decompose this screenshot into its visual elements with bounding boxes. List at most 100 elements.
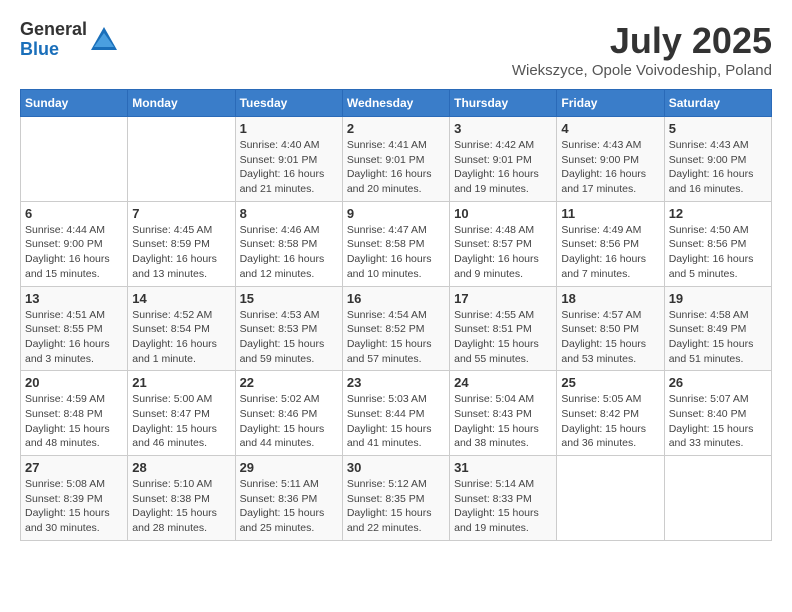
location: Wiekszyce, Opole Voivodeship, Poland bbox=[512, 62, 772, 79]
day-number: 15 bbox=[240, 291, 338, 306]
day-info: Sunrise: 5:03 AM Sunset: 8:44 PM Dayligh… bbox=[347, 392, 445, 451]
calendar-week-0: 1 Sunrise: 4:40 AM Sunset: 9:01 PM Daylig… bbox=[21, 117, 772, 202]
calendar-cell: 21 Sunrise: 5:00 AM Sunset: 8:47 PM Dayli… bbox=[128, 371, 235, 456]
day-number: 30 bbox=[347, 460, 445, 475]
day-info: Sunrise: 4:41 AM Sunset: 9:01 PM Dayligh… bbox=[347, 138, 445, 197]
calendar-cell: 2 Sunrise: 4:41 AM Sunset: 9:01 PM Daylig… bbox=[342, 117, 449, 202]
day-number: 8 bbox=[240, 206, 338, 221]
calendar-cell: 6Sunrise: 4:44 AM Sunset: 9:00 PM Daylig… bbox=[21, 201, 128, 286]
calendar-cell: 13Sunrise: 4:51 AM Sunset: 8:55 PM Dayli… bbox=[21, 286, 128, 371]
calendar-cell bbox=[557, 456, 664, 541]
calendar-cell: 9Sunrise: 4:47 AM Sunset: 8:58 PM Daylig… bbox=[342, 201, 449, 286]
day-number: 24 bbox=[454, 375, 552, 390]
day-number: 26 bbox=[669, 375, 767, 390]
calendar-cell: 10 Sunrise: 4:48 AM Sunset: 8:57 PM Dayli… bbox=[450, 201, 557, 286]
calendar-cell: 25 Sunrise: 5:05 AM Sunset: 8:42 PM Dayli… bbox=[557, 371, 664, 456]
day-info: Sunrise: 5:07 AM Sunset: 8:40 PM Dayligh… bbox=[669, 392, 767, 451]
logo-general: General bbox=[20, 20, 87, 40]
day-number: 17 bbox=[454, 291, 552, 306]
logo: General Blue bbox=[20, 20, 119, 60]
day-number: 23 bbox=[347, 375, 445, 390]
day-info: Sunrise: 4:57 AM Sunset: 8:50 PM Dayligh… bbox=[561, 308, 659, 367]
day-info: Sunrise: 4:50 AM Sunset: 8:56 PM Dayligh… bbox=[669, 223, 767, 282]
calendar-body: 1 Sunrise: 4:40 AM Sunset: 9:01 PM Daylig… bbox=[21, 117, 772, 541]
weekday-header-wednesday: Wednesday bbox=[342, 90, 449, 117]
calendar-cell: 1 Sunrise: 4:40 AM Sunset: 9:01 PM Daylig… bbox=[235, 117, 342, 202]
calendar-cell: 19Sunrise: 4:58 AM Sunset: 8:49 PM Dayli… bbox=[664, 286, 771, 371]
day-number: 7 bbox=[132, 206, 230, 221]
calendar-cell: 16 Sunrise: 4:54 AM Sunset: 8:52 PM Dayli… bbox=[342, 286, 449, 371]
day-number: 10 bbox=[454, 206, 552, 221]
day-info: Sunrise: 5:04 AM Sunset: 8:43 PM Dayligh… bbox=[454, 392, 552, 451]
calendar-cell bbox=[21, 117, 128, 202]
weekday-header-thursday: Thursday bbox=[450, 90, 557, 117]
day-number: 4 bbox=[561, 121, 659, 136]
weekday-header-friday: Friday bbox=[557, 90, 664, 117]
day-info: Sunrise: 4:47 AM Sunset: 8:58 PM Dayligh… bbox=[347, 223, 445, 282]
calendar-cell: 26 Sunrise: 5:07 AM Sunset: 8:40 PM Dayli… bbox=[664, 371, 771, 456]
calendar-cell: 3 Sunrise: 4:42 AM Sunset: 9:01 PM Daylig… bbox=[450, 117, 557, 202]
calendar-week-4: 27Sunrise: 5:08 AM Sunset: 8:39 PM Dayli… bbox=[21, 456, 772, 541]
weekday-header-sunday: Sunday bbox=[21, 90, 128, 117]
calendar-header: SundayMondayTuesdayWednesdayThursdayFrid… bbox=[21, 90, 772, 117]
calendar-week-1: 6Sunrise: 4:44 AM Sunset: 9:00 PM Daylig… bbox=[21, 201, 772, 286]
weekday-row: SundayMondayTuesdayWednesdayThursdayFrid… bbox=[21, 90, 772, 117]
calendar-cell: 24 Sunrise: 5:04 AM Sunset: 8:43 PM Dayli… bbox=[450, 371, 557, 456]
day-info: Sunrise: 4:43 AM Sunset: 9:00 PM Dayligh… bbox=[561, 138, 659, 197]
month-title: July 2025 bbox=[512, 20, 772, 62]
day-info: Sunrise: 4:48 AM Sunset: 8:57 PM Dayligh… bbox=[454, 223, 552, 282]
calendar-cell: 12 Sunrise: 4:50 AM Sunset: 8:56 PM Dayli… bbox=[664, 201, 771, 286]
calendar-cell: 20 Sunrise: 4:59 AM Sunset: 8:48 PM Dayli… bbox=[21, 371, 128, 456]
calendar-cell: 30 Sunrise: 5:12 AM Sunset: 8:35 PM Dayli… bbox=[342, 456, 449, 541]
day-number: 14 bbox=[132, 291, 230, 306]
title-block: July 2025 Wiekszyce, Opole Voivodeship, … bbox=[512, 20, 772, 79]
calendar-cell bbox=[128, 117, 235, 202]
day-info: Sunrise: 4:40 AM Sunset: 9:01 PM Dayligh… bbox=[240, 138, 338, 197]
day-info: Sunrise: 5:11 AM Sunset: 8:36 PM Dayligh… bbox=[240, 477, 338, 536]
day-number: 3 bbox=[454, 121, 552, 136]
day-info: Sunrise: 5:00 AM Sunset: 8:47 PM Dayligh… bbox=[132, 392, 230, 451]
calendar-cell: 27Sunrise: 5:08 AM Sunset: 8:39 PM Dayli… bbox=[21, 456, 128, 541]
calendar-week-2: 13Sunrise: 4:51 AM Sunset: 8:55 PM Dayli… bbox=[21, 286, 772, 371]
day-number: 16 bbox=[347, 291, 445, 306]
calendar-cell: 7Sunrise: 4:45 AM Sunset: 8:59 PM Daylig… bbox=[128, 201, 235, 286]
calendar-cell: 4 Sunrise: 4:43 AM Sunset: 9:00 PM Daylig… bbox=[557, 117, 664, 202]
day-number: 2 bbox=[347, 121, 445, 136]
calendar-cell: 23 Sunrise: 5:03 AM Sunset: 8:44 PM Dayli… bbox=[342, 371, 449, 456]
calendar-cell: 29 Sunrise: 5:11 AM Sunset: 8:36 PM Dayli… bbox=[235, 456, 342, 541]
day-number: 21 bbox=[132, 375, 230, 390]
day-info: Sunrise: 5:05 AM Sunset: 8:42 PM Dayligh… bbox=[561, 392, 659, 451]
logo-blue: Blue bbox=[20, 40, 87, 60]
calendar-cell: 14 Sunrise: 4:52 AM Sunset: 8:54 PM Dayli… bbox=[128, 286, 235, 371]
day-number: 31 bbox=[454, 460, 552, 475]
day-number: 6 bbox=[25, 206, 123, 221]
day-info: Sunrise: 4:58 AM Sunset: 8:49 PM Dayligh… bbox=[669, 308, 767, 367]
day-number: 29 bbox=[240, 460, 338, 475]
day-number: 25 bbox=[561, 375, 659, 390]
weekday-header-tuesday: Tuesday bbox=[235, 90, 342, 117]
calendar-cell: 11Sunrise: 4:49 AM Sunset: 8:56 PM Dayli… bbox=[557, 201, 664, 286]
day-number: 11 bbox=[561, 206, 659, 221]
day-info: Sunrise: 4:52 AM Sunset: 8:54 PM Dayligh… bbox=[132, 308, 230, 367]
day-number: 1 bbox=[240, 121, 338, 136]
day-info: Sunrise: 4:59 AM Sunset: 8:48 PM Dayligh… bbox=[25, 392, 123, 451]
day-info: Sunrise: 5:12 AM Sunset: 8:35 PM Dayligh… bbox=[347, 477, 445, 536]
day-info: Sunrise: 5:02 AM Sunset: 8:46 PM Dayligh… bbox=[240, 392, 338, 451]
day-info: Sunrise: 4:42 AM Sunset: 9:01 PM Dayligh… bbox=[454, 138, 552, 197]
day-number: 12 bbox=[669, 206, 767, 221]
day-number: 5 bbox=[669, 121, 767, 136]
calendar-cell: 31Sunrise: 5:14 AM Sunset: 8:33 PM Dayli… bbox=[450, 456, 557, 541]
day-number: 27 bbox=[25, 460, 123, 475]
day-info: Sunrise: 4:55 AM Sunset: 8:51 PM Dayligh… bbox=[454, 308, 552, 367]
day-number: 20 bbox=[25, 375, 123, 390]
day-number: 13 bbox=[25, 291, 123, 306]
day-info: Sunrise: 4:54 AM Sunset: 8:52 PM Dayligh… bbox=[347, 308, 445, 367]
calendar-cell: 5 Sunrise: 4:43 AM Sunset: 9:00 PM Daylig… bbox=[664, 117, 771, 202]
calendar-cell bbox=[664, 456, 771, 541]
calendar-cell: 22Sunrise: 5:02 AM Sunset: 8:46 PM Dayli… bbox=[235, 371, 342, 456]
day-info: Sunrise: 4:53 AM Sunset: 8:53 PM Dayligh… bbox=[240, 308, 338, 367]
day-info: Sunrise: 4:43 AM Sunset: 9:00 PM Dayligh… bbox=[669, 138, 767, 197]
calendar-cell: 28Sunrise: 5:10 AM Sunset: 8:38 PM Dayli… bbox=[128, 456, 235, 541]
calendar-cell: 18Sunrise: 4:57 AM Sunset: 8:50 PM Dayli… bbox=[557, 286, 664, 371]
day-info: Sunrise: 5:10 AM Sunset: 8:38 PM Dayligh… bbox=[132, 477, 230, 536]
